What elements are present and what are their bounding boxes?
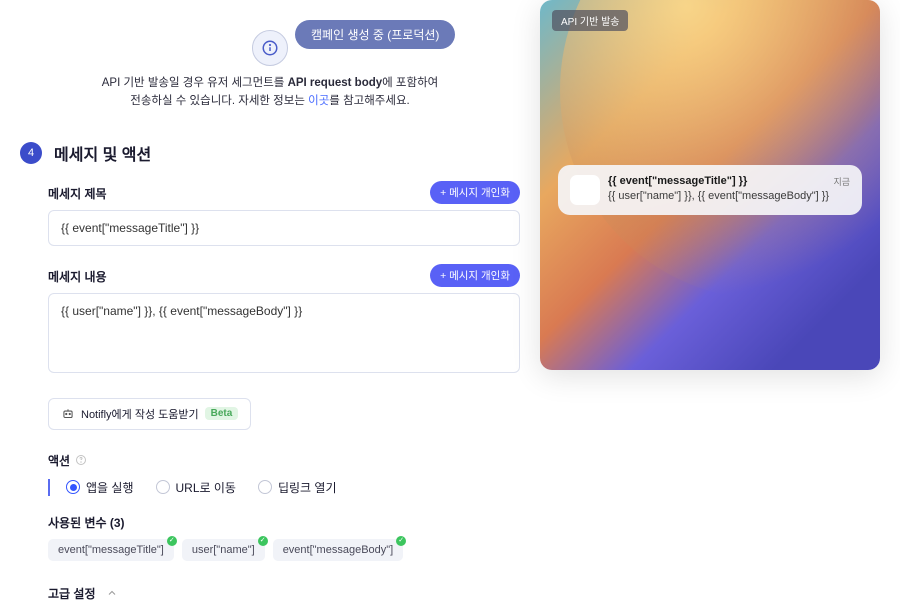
action-radio-deeplink[interactable]: 딥링크 열기 xyxy=(258,479,337,496)
notification-app-icon xyxy=(570,175,600,205)
notification-title: {{ event["messageTitle"] }} xyxy=(608,175,850,187)
help-icon xyxy=(75,454,87,466)
var-chip: event["messageTitle"] xyxy=(48,539,174,561)
robot-icon xyxy=(61,407,75,421)
chevron-up-icon xyxy=(106,587,118,599)
helper-group: Notifly에게 작성 도움받기 Beta xyxy=(48,398,520,430)
advanced-label: 고급 설정 xyxy=(48,585,96,602)
right-column: API 기반 발송 {{ event["messageTitle"] }} {{… xyxy=(540,0,880,602)
var-chip: event["messageBody"] xyxy=(273,539,404,561)
left-column: API 기반 발송일 경우 유저 세그먼트를 API request body에… xyxy=(20,0,520,602)
radio-unchecked-icon xyxy=(258,480,272,494)
beta-tag: Beta xyxy=(205,407,239,420)
message-title-input[interactable] xyxy=(48,210,520,246)
step-badge: 4 xyxy=(20,142,42,164)
var-chip-text: event["messageBody"] xyxy=(283,544,394,556)
info-text: API 기반 발송일 경우 유저 세그먼트를 API request body에… xyxy=(50,74,490,111)
check-icon xyxy=(167,536,177,546)
phone-preview: API 기반 발송 {{ event["messageTitle"] }} {{… xyxy=(540,0,880,370)
radio-deeplink-label: 딥링크 열기 xyxy=(278,479,337,496)
notification-card: {{ event["messageTitle"] }} {{ user["nam… xyxy=(558,165,862,215)
advanced-settings-toggle[interactable]: 고급 설정 xyxy=(48,585,520,602)
radio-app-label: 앱을 실행 xyxy=(86,479,134,496)
action-radio-app[interactable]: 앱을 실행 xyxy=(66,479,134,496)
used-vars-section: 사용된 변수 (3) event["messageTitle"] user["n… xyxy=(48,514,520,561)
notification-body: {{ event["messageTitle"] }} {{ user["nam… xyxy=(608,175,850,203)
info-line1-suffix: 에 포함하여 xyxy=(382,77,438,89)
section-header: 4 메세지 및 액션 xyxy=(20,141,520,165)
notification-time: 지금 xyxy=(833,175,850,188)
helper-button-text: Notifly에게 작성 도움받기 xyxy=(81,406,199,422)
action-label: 액션 xyxy=(48,452,520,469)
check-icon xyxy=(396,536,406,546)
info-line1-bold: API request body xyxy=(288,77,383,89)
action-label-text: 액션 xyxy=(48,452,70,469)
info-line1-prefix: API 기반 발송일 경우 유저 세그먼트를 xyxy=(102,77,288,89)
action-radio-url[interactable]: URL로 이동 xyxy=(156,479,236,496)
var-chips: event["messageTitle"] user["name"] event… xyxy=(48,539,520,561)
preview-tag: API 기반 발송 xyxy=(552,10,628,31)
radio-checked-icon xyxy=(66,480,80,494)
check-icon xyxy=(258,536,268,546)
personalize-body-button[interactable]: + 메시지 개인화 xyxy=(430,264,520,287)
personalize-title-button[interactable]: + 메시지 개인화 xyxy=(430,181,520,204)
radio-url-label: URL로 이동 xyxy=(176,479,236,496)
action-section: 액션 앱을 실행 URL로 이동 딥링크 열기 xyxy=(48,452,520,496)
radio-unchecked-icon xyxy=(156,480,170,494)
section-title: 메세지 및 액션 xyxy=(54,141,151,165)
var-chip-text: event["messageTitle"] xyxy=(58,544,164,556)
main-container: API 기반 발송일 경우 유저 세그먼트를 API request body에… xyxy=(0,0,900,602)
info-line2-prefix: 전송하실 수 있습니다. 자세한 정보는 xyxy=(130,95,308,107)
message-title-group: 메세지 제목 + 메시지 개인화 xyxy=(48,185,520,246)
var-chip: user["name"] xyxy=(182,539,265,561)
message-body-input[interactable]: {{ user["name"] }}, {{ event["messageBod… xyxy=(48,293,520,373)
status-pill: 캠페인 생성 중 (프로덕션) xyxy=(295,20,455,49)
message-body-group: 메세지 내용 + 메시지 개인화 {{ user["name"] }}, {{ … xyxy=(48,268,520,376)
used-vars-label: 사용된 변수 (3) xyxy=(48,514,520,531)
notification-message: {{ user["name"] }}, {{ event["messageBod… xyxy=(608,189,850,203)
var-chip-text: user["name"] xyxy=(192,544,255,556)
info-line2-suffix: 를 참고해주세요. xyxy=(329,95,409,107)
ai-helper-button[interactable]: Notifly에게 작성 도움받기 Beta xyxy=(48,398,251,430)
info-link[interactable]: 이곳 xyxy=(308,95,329,107)
info-icon xyxy=(252,30,288,66)
action-radio-group: 앱을 실행 URL로 이동 딥링크 열기 xyxy=(48,479,520,496)
